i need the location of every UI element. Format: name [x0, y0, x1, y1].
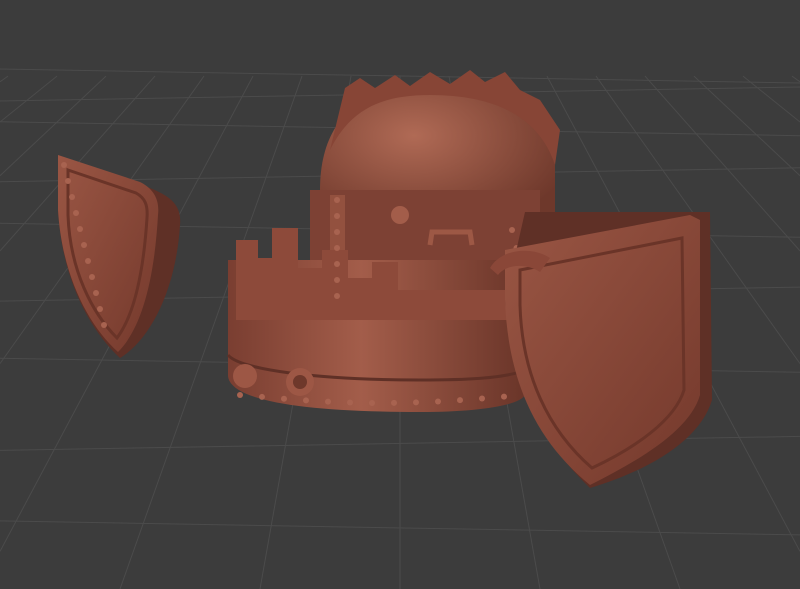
rivet: [93, 290, 99, 296]
rivet: [237, 392, 243, 398]
rivet: [259, 393, 265, 400]
3d-viewport[interactable]: [0, 0, 800, 589]
rivet: [303, 397, 309, 404]
rivet: [435, 398, 441, 405]
rivet: [479, 395, 485, 402]
rivet: [73, 210, 79, 216]
rivet: [281, 395, 287, 402]
rivet: [65, 178, 71, 184]
rivet: [334, 213, 340, 219]
rivet: [81, 242, 87, 248]
rivet: [97, 306, 103, 312]
rivet: [334, 197, 340, 203]
rivet: [61, 162, 67, 168]
rivet: [347, 399, 353, 406]
rivet: [69, 194, 75, 200]
rivet: [77, 226, 83, 232]
rivet: [85, 258, 91, 264]
rivet: [334, 245, 340, 251]
rivet: [369, 399, 375, 406]
rivet: [509, 227, 515, 233]
rivet: [325, 398, 331, 405]
rivet: [334, 277, 340, 283]
rivet: [391, 399, 397, 406]
rivet: [501, 393, 507, 400]
rivet: [101, 322, 107, 328]
rivet: [334, 293, 340, 299]
rivet: [89, 274, 95, 280]
rivet: [413, 399, 419, 406]
rivet: [334, 229, 340, 235]
rivet: [334, 261, 340, 267]
rivet: [457, 397, 463, 404]
